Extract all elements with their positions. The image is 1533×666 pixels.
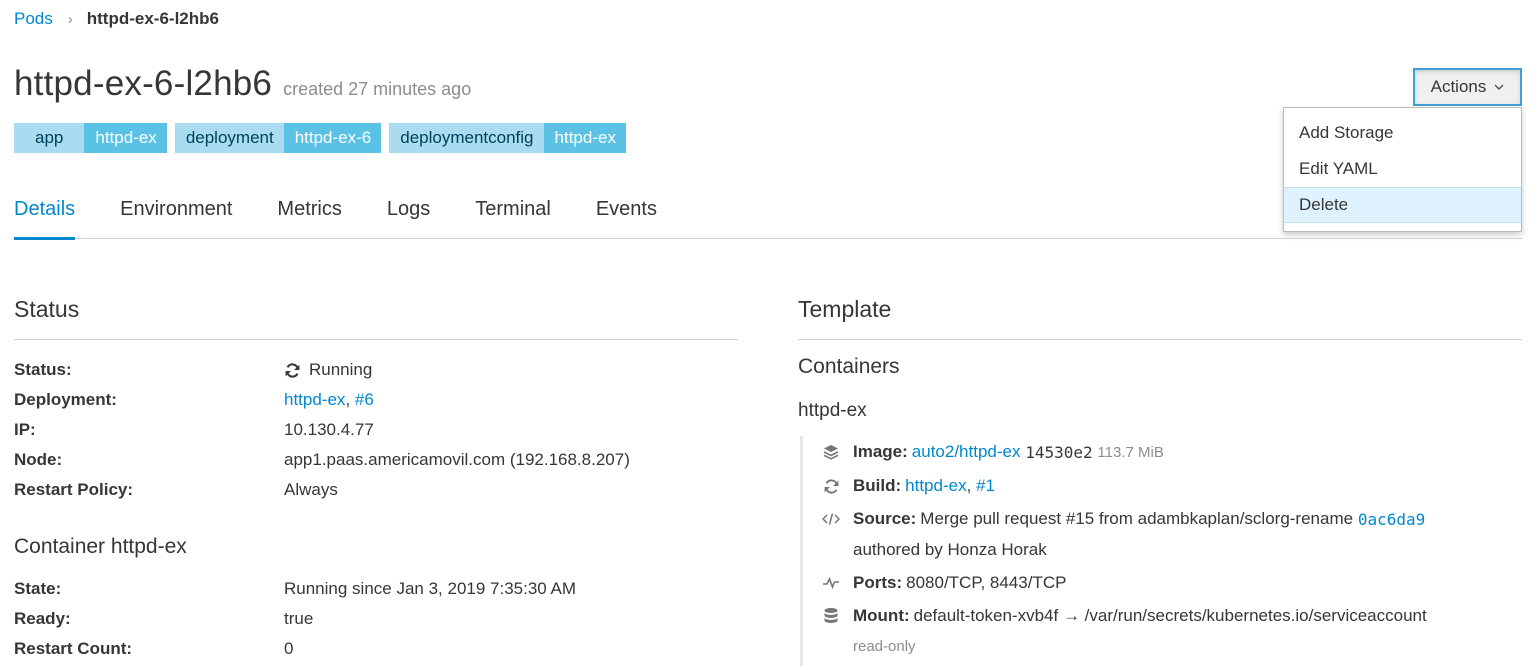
database-icon [821,606,841,626]
image-row: Image: auto2/httpd-ex 14530e2 113.7 MiB [821,442,1164,462]
deployment-link[interactable]: httpd-ex [284,390,345,410]
refresh-icon [821,476,841,496]
breadcrumb: Pods › httpd-ex-6-l2hb6 [14,9,219,29]
container-name: httpd-ex [798,400,867,421]
ready-label: Ready: [14,609,71,628]
image-link[interactable]: auto2/httpd-ex [912,442,1021,462]
menu-item-edit-yaml[interactable]: Edit YAML [1284,151,1521,187]
node-value: app1.paas.americamovil.com (192.168.8.20… [284,450,630,469]
label-key: deploymentconfig [389,123,544,153]
node-row: Node: app1.paas.americamovil.com (192.16… [14,445,630,475]
status-details: Status: Running Deployment: httpd-ex , #… [14,355,630,505]
label-deploymentconfig[interactable]: deploymentconfig httpd-ex [389,123,626,153]
tab-bar: Details Environment Metrics Logs Termina… [14,196,1522,240]
state-row: State: Running since Jan 3, 2019 7:35:30… [14,574,576,604]
source-message: Merge pull request #15 from adambkaplan/… [920,509,1354,528]
mount-value: default-token-xvb4f → /var/run/secrets/k… [913,606,1427,625]
code-icon [821,509,841,529]
mount-mode: read-only [853,638,916,655]
tab-events[interactable]: Events [596,196,657,239]
label-deployment[interactable]: deployment httpd-ex-6 [174,123,382,153]
ip-value: 10.130.4.77 [284,420,374,439]
page-title: httpd-ex-6-l2hb6 [14,64,273,103]
label-value: httpd-ex [543,123,626,153]
deployment-row: Deployment: httpd-ex , #6 [14,385,630,415]
label-key: deployment [174,123,284,153]
node-label: Node: [14,450,63,469]
image-label: Image: [853,442,908,461]
tab-terminal[interactable]: Terminal [475,196,551,239]
label-value: httpd-ex-6 [283,123,382,153]
ready-value: true [284,609,314,628]
ports-row: Ports: 8080/TCP, 8443/TCP [821,573,1066,593]
mount-row: Mount: default-token-xvb4f → /var/run/se… [821,606,1427,626]
ports-label: Ports: [853,573,903,592]
containers-heading: Containers [798,355,900,378]
breadcrumb-current: httpd-ex-6-l2hb6 [86,9,219,28]
tab-metrics[interactable]: Metrics [277,196,341,239]
ready-row: Ready: true [14,604,576,634]
source-row: Source: Merge pull request #15 from adam… [821,509,1425,529]
label-key: app [14,123,85,153]
container-status-heading: Container httpd-ex [14,535,187,558]
breadcrumb-separator-icon: › [67,10,73,28]
status-value: Running [309,360,373,379]
restart-policy-label: Restart Policy: [14,480,134,499]
state-value: Running since Jan 3, 2019 7:35:30 AM [284,579,577,598]
actions-button[interactable]: Actions [1413,68,1522,106]
source-label: Source: [853,509,917,528]
deployment-number-link[interactable]: #6 [355,390,374,410]
template-divider [798,339,1522,340]
build-number-link[interactable]: #1 [976,476,995,496]
state-label: State: [14,579,62,598]
container-details: Image: auto2/httpd-ex 14530e2 113.7 MiB … [800,436,1522,666]
image-hash: 14530e2 [1025,442,1093,462]
source-commit-link[interactable]: 0ac6da9 [1358,510,1425,529]
breadcrumb-pods-link[interactable]: Pods [14,9,53,29]
label-value: httpd-ex [84,123,167,153]
build-label: Build: [853,476,902,495]
status-heading: Status [14,296,80,322]
tab-environment[interactable]: Environment [120,196,232,239]
label-list: app httpd-ex deployment httpd-ex-6 deplo… [14,123,626,153]
restart-count-label: Restart Count: [14,639,133,658]
layers-icon [821,442,841,462]
ip-label: IP: [14,420,36,439]
menu-item-add-storage[interactable]: Add Storage [1284,115,1521,151]
image-size: 113.7 MiB [1097,443,1164,461]
ports-value: 8080/TCP, 8443/TCP [906,573,1067,592]
build-link[interactable]: httpd-ex [905,476,966,496]
label-app[interactable]: app httpd-ex [14,123,167,153]
restart-policy-row: Restart Policy: Always [14,475,630,505]
deployment-separator: , [345,390,351,409]
restart-count-value: 0 [284,639,294,658]
created-timestamp: created 27 minutes ago [283,79,472,99]
pulse-icon [821,573,841,593]
template-heading: Template [798,296,892,322]
build-row: Build: httpd-ex , #1 [821,476,995,496]
source-author: authored by Honza Horak [853,540,1047,559]
container-status-details: State: Running since Jan 3, 2019 7:35:30… [14,574,576,664]
tab-logs[interactable]: Logs [387,196,430,239]
page-header: httpd-ex-6-l2hb6 created 27 minutes ago [14,64,471,104]
ip-row: IP: 10.130.4.77 [14,415,630,445]
tab-details[interactable]: Details [14,196,76,240]
sync-icon [285,362,300,378]
status-divider [14,339,738,340]
chevron-down-icon [1494,84,1504,90]
status-row: Status: Running [14,355,630,385]
status-label: Status: [14,360,72,379]
mount-label: Mount: [853,606,910,625]
deployment-label: Deployment: [14,390,117,409]
build-separator: , [966,476,972,495]
restart-policy-value: Always [284,480,338,499]
actions-button-label: Actions [1430,77,1487,96]
